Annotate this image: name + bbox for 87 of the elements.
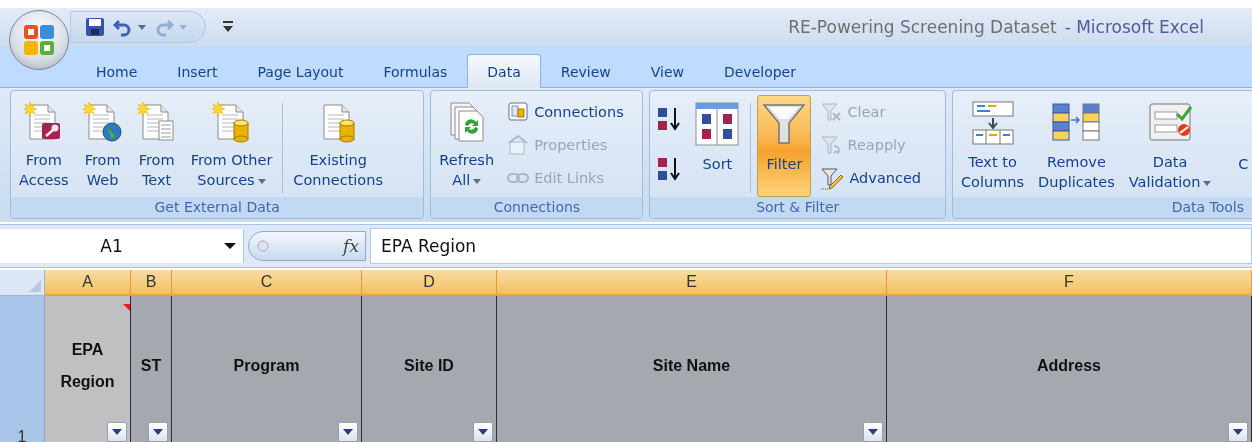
insert-function-button[interactable]: fx [343, 236, 359, 256]
grip-icon [257, 240, 269, 252]
formula-bar-handle[interactable]: fx [248, 231, 366, 261]
header-cell[interactable]: Site ID [362, 296, 497, 442]
column-header[interactable]: D [362, 270, 497, 296]
group-label: Connections [431, 197, 643, 218]
funnel-arrows-icon [820, 133, 843, 156]
ribbon-tab[interactable]: Developer [703, 54, 816, 88]
ribbon-button[interactable]: Text to Columns [957, 95, 1029, 197]
header-text: Program [232, 356, 301, 376]
header-text: EPA Region [59, 340, 116, 392]
caret-icon [473, 178, 482, 184]
caret-icon [478, 429, 488, 435]
row-header[interactable]: 1 [0, 296, 45, 442]
ribbon-tab[interactable]: Home [76, 54, 158, 88]
column-header[interactable]: C [172, 270, 362, 296]
caret-icon [1233, 429, 1243, 435]
ribbon-button[interactable]: Advanced [817, 163, 925, 192]
undo-icon [113, 17, 133, 37]
funnel-icon [761, 101, 808, 147]
funnel-pencil-icon [820, 165, 845, 190]
ribbon-tab[interactable]: Page Layout [237, 54, 364, 88]
ribbon-button[interactable]: Refresh All [435, 95, 499, 197]
ribbon-tab[interactable]: Formulas [363, 54, 468, 88]
formula-field[interactable]: EPA Region [370, 228, 1252, 264]
filter-dropdown-button[interactable] [863, 422, 883, 442]
window-title: RE-Powering Screening Dataset [788, 17, 1057, 37]
ribbon-button[interactable]: Sort [690, 95, 745, 197]
ribbon-button[interactable]: Filter [757, 95, 812, 197]
dropdown-caret-icon [223, 242, 237, 250]
document-icon [136, 101, 177, 143]
document-database-icon [211, 101, 252, 143]
header-text: ST [139, 356, 163, 376]
redo-icon [154, 17, 174, 37]
save-icon [85, 17, 105, 37]
caret-icon [138, 24, 146, 30]
caret-icon [179, 24, 187, 30]
header-text: Address [1036, 356, 1102, 376]
header-text: Site Name [651, 356, 732, 376]
connections-icon [507, 100, 530, 123]
ribbon-tab[interactable]: Insert [157, 54, 238, 88]
ribbon-tab[interactable]: Review [540, 54, 631, 88]
ribbon-button[interactable]: From Web [78, 95, 127, 197]
ribbon-button[interactable]: Remove Duplicates [1034, 95, 1119, 197]
group-label: Get External Data [11, 197, 424, 218]
group-label: Sort & Filter [650, 197, 945, 218]
funnel-cross-icon [820, 100, 843, 123]
split-table-icon [969, 100, 1016, 146]
save-button[interactable] [83, 15, 107, 39]
column-header[interactable]: A [45, 270, 131, 296]
app-name: - Microsoft Excel [1064, 17, 1204, 37]
ribbon-button[interactable]: From Text [132, 95, 181, 197]
ribbon-tab[interactable]: View [630, 54, 704, 88]
caret-icon [112, 429, 122, 435]
caret-icon [868, 429, 878, 435]
sort-grid-icon [694, 101, 741, 147]
logo-icon [21, 22, 57, 58]
customize-caret-icon [222, 20, 234, 34]
filter-dropdown-button[interactable] [338, 422, 358, 442]
header-cell[interactable]: EPA Region [45, 296, 131, 442]
header-cell[interactable]: ST [131, 296, 172, 442]
filter-dropdown-button[interactable] [1228, 422, 1248, 442]
column-header[interactable]: F [887, 270, 1252, 296]
ribbon-button[interactable]: From Other Sources [186, 95, 277, 197]
ribbon-button[interactable]: Data Validation [1124, 95, 1216, 197]
ribbon-tab[interactable]: Data [467, 54, 541, 88]
ribbon-button[interactable]: C [1221, 95, 1252, 197]
filter-dropdown-button[interactable] [107, 422, 127, 442]
column-header[interactable]: B [131, 270, 172, 296]
column-header[interactable]: E [497, 270, 887, 296]
filter-dropdown-button[interactable] [473, 422, 493, 442]
caret-icon [257, 178, 266, 184]
header-cell[interactable]: Site Name [497, 296, 887, 442]
header-cell[interactable]: Address [887, 296, 1252, 442]
caret-icon [343, 429, 353, 435]
caret-icon [1203, 180, 1212, 186]
ribbon-button[interactable]: Existing Connections [289, 95, 387, 197]
corner-triangle-icon [29, 280, 41, 292]
header-cell[interactable]: Program [172, 296, 362, 442]
header-text: Site ID [403, 356, 455, 376]
ribbon-button[interactable]: Connections [504, 97, 627, 126]
name-box[interactable]: A1 [0, 229, 244, 263]
document-globe-icon [82, 101, 123, 143]
group-label: Data Tools [953, 197, 1252, 218]
filter-dropdown-button[interactable] [148, 422, 168, 442]
ribbon-button[interactable]: From Access [15, 95, 73, 197]
caret-icon [153, 429, 163, 435]
